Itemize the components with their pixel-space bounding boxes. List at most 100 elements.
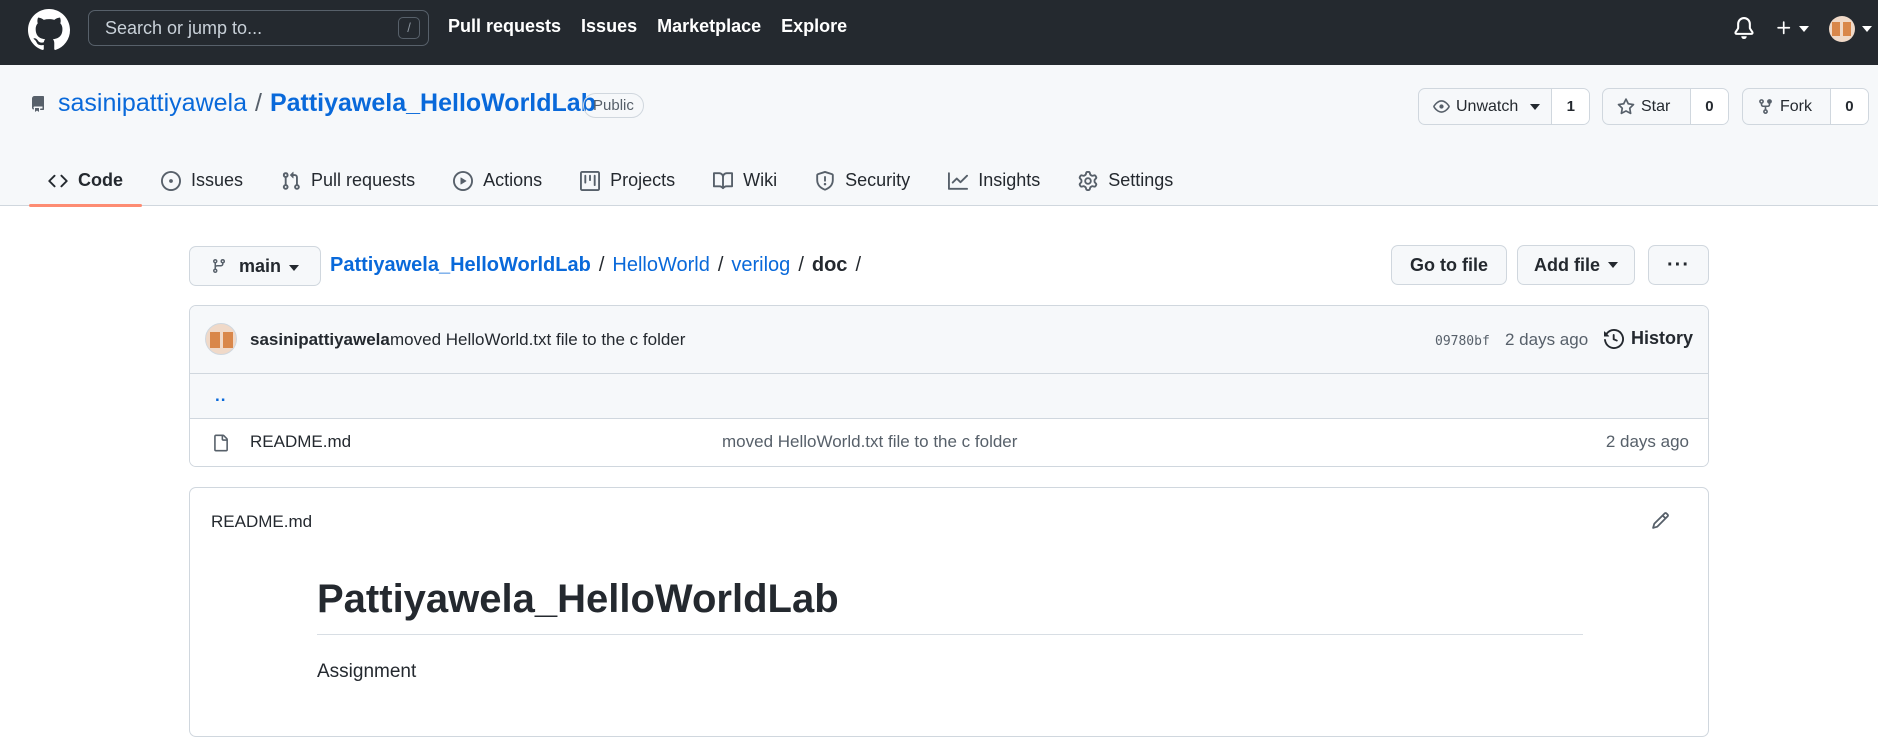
nav-explore[interactable]: Explore <box>781 16 847 37</box>
tab-issues-label: Issues <box>191 170 244 190</box>
unwatch-label: Unwatch <box>1456 97 1519 115</box>
star-label: Star <box>1641 97 1671 115</box>
history-icon <box>1604 328 1624 349</box>
add-file-label: Add file <box>1534 254 1600 275</box>
branch-selector[interactable]: main <box>189 246 321 286</box>
search-input[interactable]: Search or jump to... / <box>88 10 429 46</box>
file-icon <box>214 434 228 452</box>
repo-owner-link[interactable]: sasinipattiyawela <box>58 89 247 118</box>
tab-actions-label: Actions <box>483 170 543 190</box>
avatar <box>1829 16 1855 42</box>
add-file-button[interactable]: Add file <box>1517 245 1635 285</box>
tab-wiki-label: Wiki <box>743 170 778 190</box>
tab-settings[interactable]: Settings <box>1059 161 1192 206</box>
breadcrumb-separator: / <box>855 254 861 276</box>
commit-author-link[interactable]: sasinipattiyawela <box>250 330 390 350</box>
kebab-icon: ··· <box>1667 253 1690 276</box>
table-row: README.md moved HelloWorld.txt file to t… <box>190 419 1708 466</box>
tab-insights-label: Insights <box>978 170 1041 190</box>
fork-icon <box>1759 99 1772 114</box>
fork-count[interactable]: 0 <box>1829 89 1868 124</box>
breadcrumb-verilog[interactable]: verilog <box>731 254 790 277</box>
readme-body: Assignment <box>317 661 417 682</box>
tab-code-label: Code <box>78 170 123 190</box>
readme-filename: README.md <box>211 512 313 531</box>
breadcrumb-separator: / <box>717 254 724 276</box>
commit-sha-link[interactable]: 09780bf <box>1435 334 1490 349</box>
parent-directory-link[interactable]: .. <box>215 386 226 406</box>
visibility-badge: Public <box>583 93 644 118</box>
repo-tabs: Code Issues Pull requests Actions Projec… <box>29 161 1192 207</box>
file-commit-message-link[interactable]: moved HelloWorld.txt file to the c folde… <box>722 432 1017 452</box>
parent-directory-row[interactable]: .. <box>190 374 1708 419</box>
chevron-down-icon <box>1862 26 1872 32</box>
history-label: History <box>1631 328 1694 348</box>
bell-icon[interactable] <box>1733 16 1755 40</box>
chevron-down-icon <box>1530 103 1541 110</box>
pull-request-icon <box>282 171 300 190</box>
repo-name-link[interactable]: Pattiyawela_HelloWorldLab <box>270 89 596 118</box>
breadcrumb-current: doc <box>811 254 848 276</box>
readme-heading: Pattiyawela_HelloWorldLab <box>317 577 1583 635</box>
chevron-down-icon <box>289 265 299 271</box>
fork-button-group: Fork 0 <box>1742 88 1869 125</box>
nav-issues[interactable]: Issues <box>581 16 637 37</box>
issue-icon <box>161 171 181 191</box>
tab-insights[interactable]: Insights <box>929 161 1059 206</box>
pencil-icon[interactable] <box>1651 511 1670 530</box>
watch-count[interactable]: 1 <box>1551 89 1589 124</box>
unwatch-button[interactable]: Unwatch <box>1419 89 1551 124</box>
code-icon <box>48 174 68 188</box>
breadcrumb-repo[interactable]: Pattiyawela_HelloWorldLab <box>330 254 591 277</box>
tab-pull-requests-label: Pull requests <box>311 170 416 190</box>
readme-panel: README.md Pattiyawela_HelloWorldLab Assi… <box>189 487 1709 737</box>
repo-title: sasinipattiyawela / Pattiyawela_HelloWor… <box>58 89 596 118</box>
github-logo-icon[interactable] <box>28 9 70 51</box>
tab-issues[interactable]: Issues <box>142 161 262 206</box>
commit-message-link[interactable]: moved HelloWorld.txt file to the c folde… <box>390 330 685 350</box>
tab-pull-requests[interactable]: Pull requests <box>262 161 434 206</box>
gear-icon <box>1078 171 1098 191</box>
latest-commit-row: sasinipattiyawela moved HelloWorld.txt f… <box>190 306 1708 374</box>
nav-pull-requests[interactable]: Pull requests <box>448 16 561 37</box>
table-icon <box>580 171 601 191</box>
repo-header: sasinipattiyawela / Pattiyawela_HelloWor… <box>0 65 1878 207</box>
global-nav: Pull requests Issues Marketplace Explore <box>448 16 867 37</box>
file-name-link[interactable]: README.md <box>250 432 351 452</box>
nav-marketplace[interactable]: Marketplace <box>657 16 761 37</box>
go-to-file-label: Go to file <box>1410 254 1488 275</box>
eye-icon <box>1433 100 1450 113</box>
search-placeholder: Search or jump to... <box>105 17 263 38</box>
avatar[interactable] <box>205 323 237 355</box>
breadcrumb-separator: / <box>798 254 804 276</box>
global-header: Search or jump to... / Pull requests Iss… <box>0 0 1878 65</box>
star-count[interactable]: 0 <box>1689 89 1728 124</box>
tab-security[interactable]: Security <box>796 161 929 206</box>
breadcrumb: Pattiyawela_HelloWorldLab / HelloWorld /… <box>330 254 869 277</box>
plus-icon <box>1777 21 1791 35</box>
fork-label: Fork <box>1780 97 1812 115</box>
play-icon <box>453 171 474 191</box>
branch-name: main <box>239 255 282 276</box>
star-button[interactable]: Star <box>1603 89 1690 124</box>
tab-projects[interactable]: Projects <box>561 161 694 206</box>
file-list: sasinipattiyawela moved HelloWorld.txt f… <box>189 305 1709 467</box>
more-options-button[interactable]: ··· <box>1648 245 1709 285</box>
breadcrumb-helloworld[interactable]: HelloWorld <box>612 254 709 277</box>
history-link[interactable]: History <box>1604 328 1693 349</box>
tab-code[interactable]: Code <box>29 161 142 207</box>
tab-wiki[interactable]: Wiki <box>694 161 796 206</box>
chevron-down-icon <box>1608 262 1618 268</box>
tab-actions[interactable]: Actions <box>434 161 561 206</box>
star-button-group: Star 0 <box>1602 88 1729 125</box>
chevron-down-icon <box>1799 26 1809 32</box>
book-icon <box>713 172 734 190</box>
fork-button[interactable]: Fork <box>1743 89 1830 124</box>
branch-icon <box>212 259 225 274</box>
repo-icon <box>31 96 44 112</box>
star-icon <box>1617 97 1635 114</box>
go-to-file-button[interactable]: Go to file <box>1391 245 1507 285</box>
repo-title-separator: / <box>255 89 262 117</box>
shield-icon <box>816 171 834 191</box>
commit-time: 2 days ago <box>1505 330 1589 349</box>
